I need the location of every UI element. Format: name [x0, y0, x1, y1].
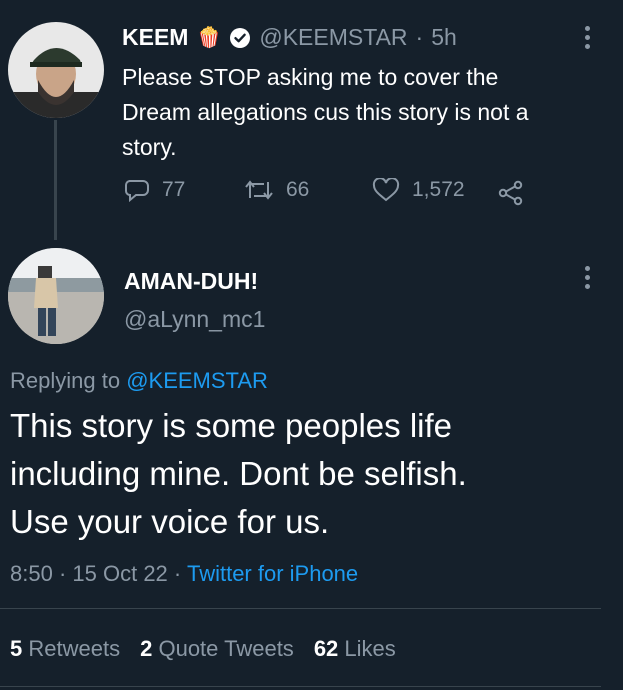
quotes-stat[interactable]: 2 Quote Tweets	[140, 636, 294, 662]
retweets-label: Retweets	[28, 636, 121, 661]
replying-to-label: Replying to	[10, 368, 121, 393]
tweet-time[interactable]: 5h	[431, 24, 457, 51]
divider	[0, 686, 601, 687]
like-button[interactable]: 1,572	[372, 178, 465, 202]
quotes-count: 2	[140, 636, 153, 661]
dot-separator: ·	[58, 561, 73, 586]
share-icon	[498, 180, 523, 206]
replying-to: Replying to @KEEMSTAR	[10, 368, 268, 394]
tweet-meta: 8:50 · 15 Oct 22 · Twitter for iPhone	[10, 561, 358, 587]
reply-text-line: including mine. Dont be selfish.	[10, 455, 467, 492]
avatar[interactable]	[8, 248, 104, 344]
tweet-text-line: Please STOP asking me to cover the	[122, 64, 499, 90]
reply-count: 77	[162, 178, 186, 201]
reply-button[interactable]: 77	[124, 178, 185, 202]
tweet-text-line: story.	[122, 134, 177, 160]
more-options-icon[interactable]	[585, 266, 590, 289]
retweets-count: 5	[10, 636, 23, 661]
engagement-stats: 5 Retweets 2 Quote Tweets 62 Likes	[10, 636, 396, 662]
reply-time[interactable]: 8:50	[10, 561, 53, 586]
reply-icon	[125, 180, 149, 202]
tweet-text: Please STOP asking me to cover the Dream…	[122, 60, 529, 165]
retweet-button[interactable]: 66	[244, 178, 309, 202]
user-photo	[8, 248, 104, 344]
quotes-label: Quote Tweets	[158, 636, 294, 661]
popcorn-emoji: 🍿	[196, 27, 222, 49]
thread-line	[54, 120, 57, 240]
dot-separator: ·	[173, 561, 187, 586]
reply-text-line: This story is some peoples life	[10, 407, 453, 444]
likes-stat[interactable]: 62 Likes	[314, 636, 396, 662]
author-name[interactable]: KEEM	[122, 24, 188, 51]
replying-to-handle[interactable]: @KEEMSTAR	[126, 368, 268, 393]
dot-separator: ·	[415, 24, 424, 50]
divider	[0, 608, 601, 609]
retweets-stat[interactable]: 5 Retweets	[10, 636, 120, 662]
like-count: 1,572	[412, 178, 465, 201]
reply-text-line: Use your voice for us.	[10, 503, 330, 540]
likes-count: 62	[313, 636, 339, 661]
verified-badge-icon	[230, 27, 251, 48]
more-options-icon[interactable]	[585, 26, 590, 49]
likes-label: Likes	[344, 636, 396, 661]
avatar[interactable]	[8, 22, 104, 118]
tweet-text-line: Dream allegations cus this story is not …	[122, 99, 529, 125]
heart-icon	[372, 178, 400, 202]
user-photo	[8, 22, 104, 118]
retweet-count: 66	[286, 178, 310, 201]
author-handle[interactable]: @KEEMSTAR	[259, 24, 407, 51]
reply-author-handle[interactable]: @aLynn_mc1	[124, 306, 265, 333]
client-link[interactable]: Twitter for iPhone	[187, 561, 358, 586]
reply-author-name[interactable]: AMAN-DUH!	[124, 268, 258, 295]
tweet-header: KEEM 🍿 @KEEMSTAR · 5h	[122, 24, 457, 51]
share-button[interactable]	[498, 180, 524, 211]
reply-text: This story is some peoples life includin…	[10, 402, 467, 546]
retweet-icon	[245, 180, 273, 200]
reply-date[interactable]: 15 Oct 22	[72, 561, 167, 586]
